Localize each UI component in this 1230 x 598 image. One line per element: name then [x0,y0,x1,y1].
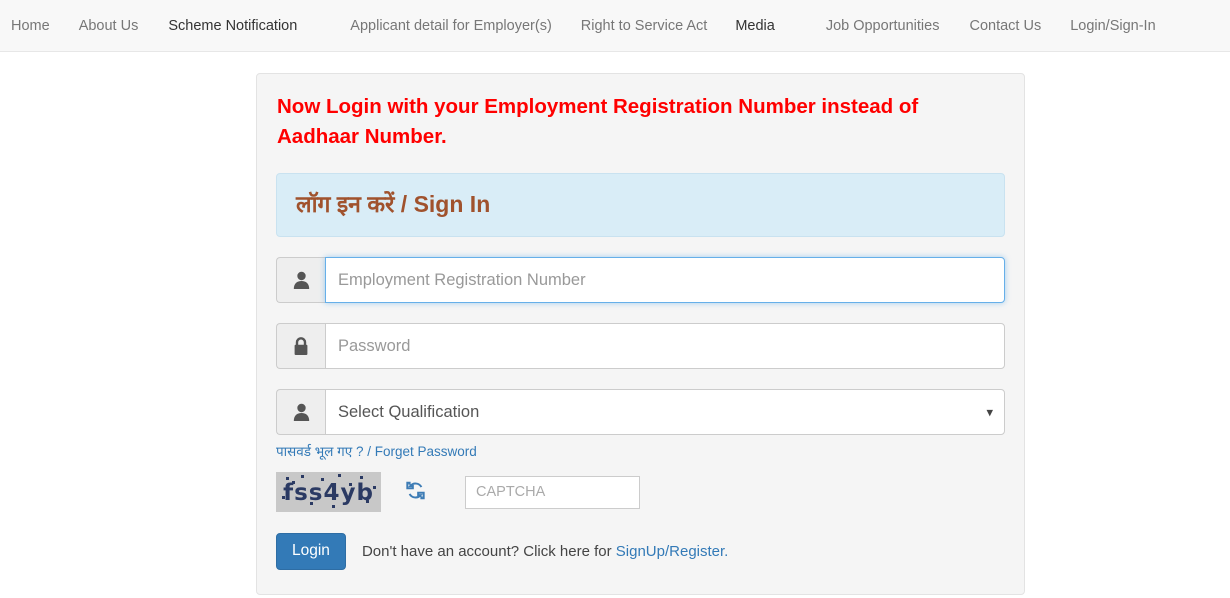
top-navigation-bar: Home About Us Scheme Notification Applic… [0,0,1230,52]
captcha-input[interactable] [465,475,640,509]
nav-item-scheme-notification[interactable]: Scheme Notification [168,0,297,52]
nav-item-login-signin[interactable]: Login/Sign-In [1070,0,1155,52]
qualification-select-wrapper: Select Qualification ▾ [325,389,1005,435]
password-group [276,323,1005,369]
user-icon [276,257,325,303]
nav-item-about-us[interactable]: About Us [79,0,139,52]
user-icon [276,389,325,435]
login-action-row: Login Don't have an account? Click here … [276,533,1005,571]
nav-item-right-to-service-act[interactable]: Right to Service Act [581,0,708,52]
signup-prompt-text: Don't have an account? Click here for [361,543,616,561]
signup-prompt: Don't have an account? Click here for Si… [362,543,728,560]
login-panel: Now Login with your Employment Registrat… [256,73,1025,595]
nav-item-media[interactable]: Media [735,0,775,52]
refresh-captcha-button[interactable] [395,475,435,509]
captcha-image: fss4yb [276,472,381,512]
signup-register-link[interactable]: SignUp/Register. [616,543,729,560]
page-body: Now Login with your Employment Registrat… [0,52,1230,598]
registration-number-group [276,257,1005,303]
nav-item-applicant-detail[interactable]: Applicant detail for Employer(s) [350,0,551,52]
refresh-icon [405,481,425,503]
nav-item-contact-us[interactable]: Contact Us [969,0,1041,52]
password-input[interactable] [325,323,1005,369]
signin-header-bar: लॉग इन करें / Sign In [276,173,1005,237]
signin-header-title: लॉग इन करें / Sign In [296,191,491,218]
login-notice-heading: Now Login with your Employment Registrat… [277,95,919,148]
lock-icon [276,323,325,369]
nav-item-job-opportunities[interactable]: Job Opportunities [826,0,940,52]
qualification-select[interactable]: Select Qualification [325,389,1005,435]
captcha-row: fss4yb [276,472,1005,512]
login-button[interactable]: Login [276,533,346,571]
forget-password-link[interactable]: पासवर्ड भूल गए ? / Forget Password [276,442,477,460]
nav-item-home[interactable]: Home [11,0,50,52]
qualification-group: Select Qualification ▾ [276,389,1005,435]
captcha-text: fss4yb [283,480,374,506]
registration-number-input[interactable] [325,257,1005,303]
